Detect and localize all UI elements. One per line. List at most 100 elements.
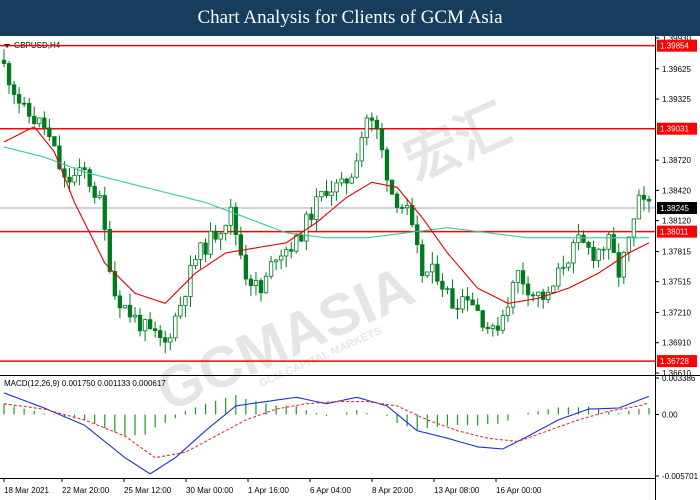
candle-body [47,127,52,138]
candle-body [566,262,571,268]
header-title: Chart Analysis for Clients of GCM Asia [197,7,503,28]
candle-body [435,263,440,282]
candle-body [319,190,324,198]
level-label: 1.36728 [660,357,689,366]
candle-body [289,249,294,252]
level-label: 1.38011 [660,228,689,237]
candle-body [294,234,299,252]
candle-body [42,117,47,129]
candle-body [178,304,183,317]
candle-body [213,230,218,240]
candle-body [399,207,405,209]
candle-body [173,315,178,339]
price-tick-label: 1.38720 [662,156,691,165]
candle-body [334,182,339,193]
candle-body [571,242,576,264]
candle-body [248,278,254,286]
candle-body [339,178,344,184]
candle-body [97,195,102,198]
time-tick-label: 18 Mar 2021 [4,486,49,495]
candle-body [278,255,284,261]
candle-body [299,234,304,242]
candle-body [364,117,369,139]
candle-body [193,259,198,267]
candle-body [67,176,72,183]
candle-body [631,218,637,238]
candle-body [168,337,173,343]
price-tick-label: 1.39625 [662,65,691,74]
macd-label: MACD(12,26,9) 0.001750 0.001133 0.000617 [4,379,166,388]
candle-body [6,63,12,86]
candle-body [188,265,193,297]
candle-body [530,294,536,297]
candle-body [268,261,274,277]
candle-body [263,275,269,294]
candle-body [349,176,354,184]
candle-body [107,229,112,272]
candle-body [480,310,485,328]
price-tick-label: 1.36910 [662,339,691,348]
candle-body [445,288,450,291]
macd-tick-label: 0.00 [662,411,678,420]
candle-body [27,103,32,117]
candle-body [425,271,430,277]
candle-body [495,325,500,331]
candle-body [153,328,158,332]
time-tick-label: 13 Apr 08:00 [434,486,480,495]
candle-body [72,174,77,183]
candle-body [11,84,17,95]
candle-body [430,263,435,273]
candle-body [1,59,7,64]
candle-body [344,178,349,184]
candle-body [122,304,128,309]
candle-body [520,270,526,285]
price-tick-label: 1.37210 [662,308,691,317]
candle-body [243,254,249,280]
macd-tick-label: 0.003386 [662,374,696,383]
candle-body [183,296,188,306]
candle-body [314,196,319,220]
candle-body [606,234,611,250]
candle-body [258,280,264,294]
candle-body [636,194,642,220]
candle-body [646,198,652,202]
candle-body [460,296,465,310]
candle-body [233,206,238,236]
candle-body [404,205,410,209]
candle-body [238,234,243,256]
candle-body [21,102,27,105]
candle-body [92,185,97,198]
candle-body [535,291,541,297]
chart-background [0,36,700,500]
candle-body [616,252,621,278]
time-tick-label: 6 Apr 04:00 [310,486,351,495]
candle-body [500,315,506,331]
candle-body [455,307,460,310]
candle-body [253,280,259,286]
candle-body [147,319,153,330]
candle-body [576,234,581,244]
candle-body [87,169,92,187]
candle-body [641,194,647,200]
candle-body [329,191,334,196]
candle-body [596,248,601,261]
macd-tick-label: -0.005701 [662,472,699,481]
chart-header: Chart Analysis for Clients of GCM Asia [0,0,700,36]
candle-body [112,271,118,297]
candle-body [37,117,42,125]
candle-body [16,94,22,104]
candle-body [132,314,138,318]
candle-body [410,205,415,226]
candle-body [465,296,470,301]
candle-body [561,266,566,269]
trading-chart[interactable]: GCMASIA 宏汇 GCM CAPITAL MARKETS GBPUSD,H4… [0,36,700,500]
candle-body [601,248,606,251]
candle-body [556,267,561,287]
candle-body [208,230,213,255]
candle-body [359,137,364,162]
price-tick-label: 1.38420 [662,186,691,195]
candle-body [490,325,495,329]
candle-body [142,319,148,332]
price-tick-label: 1.39325 [662,95,691,104]
candle-body [626,236,632,253]
